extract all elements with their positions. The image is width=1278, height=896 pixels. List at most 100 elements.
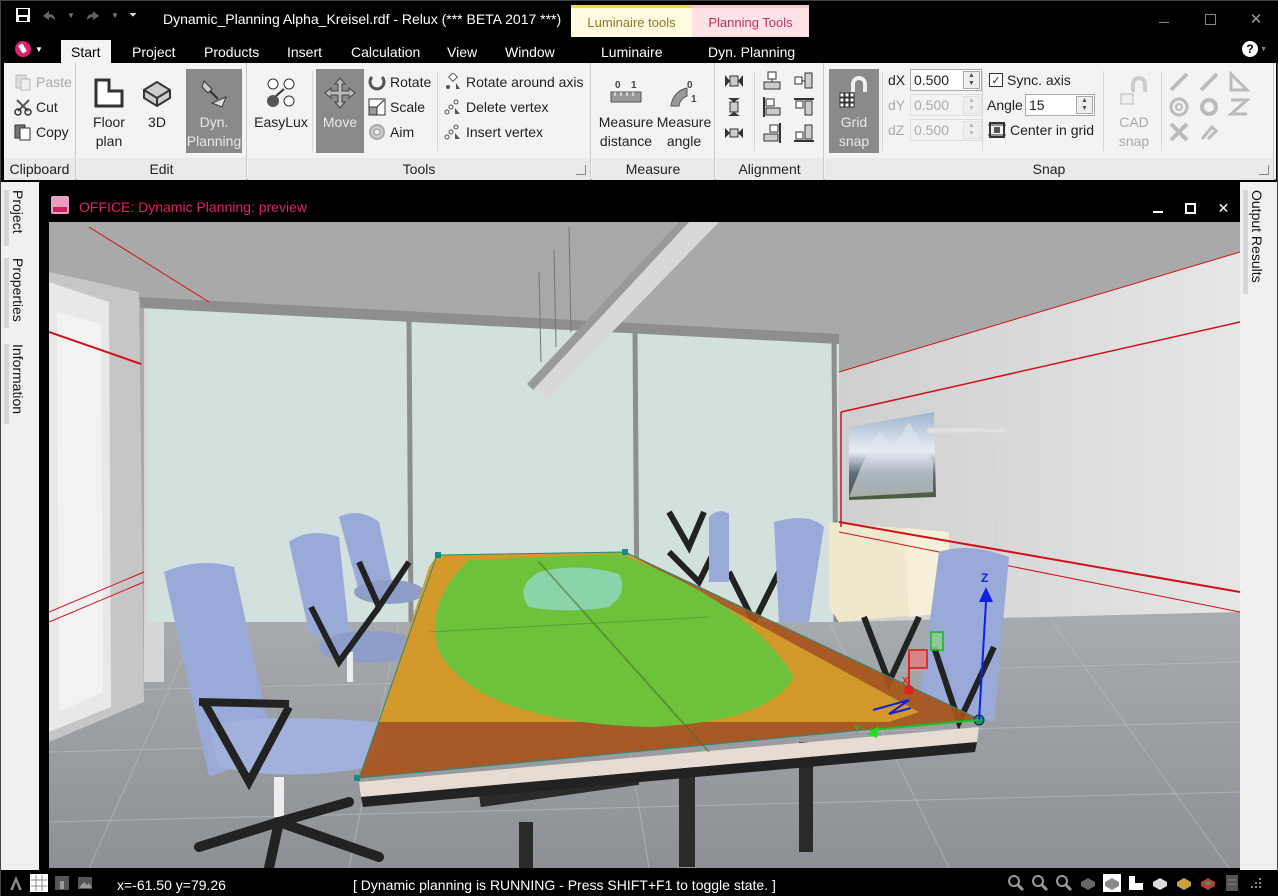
- dy-spin-arrows[interactable]: ▲ ▼: [963, 96, 980, 114]
- paste-button[interactable]: Paste: [14, 71, 72, 93]
- snap-nearest-icon[interactable]: [1227, 96, 1251, 121]
- minimize-button[interactable]: [1141, 1, 1187, 37]
- save-icon[interactable]: [15, 7, 31, 23]
- angle-input[interactable]: [1026, 95, 1076, 115]
- rotate-button[interactable]: Rotate: [368, 71, 431, 93]
- cut-button[interactable]: Cut: [14, 96, 58, 118]
- tab-insert[interactable]: Insert: [277, 40, 332, 63]
- redo-dropdown-icon[interactable]: ▼: [111, 7, 119, 23]
- image-icon[interactable]: [76, 874, 94, 892]
- snap-center-icon[interactable]: [1168, 96, 1190, 121]
- snap-quadrant-icon[interactable]: [1198, 96, 1220, 121]
- help-button[interactable]: ? ▼: [1242, 41, 1267, 57]
- group-alignment: Alignment: [716, 63, 824, 180]
- align-right-icon[interactable]: [762, 123, 782, 146]
- close-button[interactable]: ✕: [1233, 1, 1278, 37]
- angle-spin-arrows[interactable]: ▲ ▼: [1076, 96, 1093, 114]
- align-top-icon[interactable]: [794, 97, 814, 120]
- rotate-around-axis-button[interactable]: Rotate around axis: [444, 71, 584, 93]
- group-label-measure: Measure: [592, 158, 714, 180]
- zoom-in-icon[interactable]: [1007, 874, 1025, 892]
- dx-input[interactable]: [911, 70, 963, 90]
- scale-button[interactable]: Scale: [368, 96, 425, 118]
- undo-dropdown-icon[interactable]: ▼: [67, 7, 75, 23]
- maximize-button[interactable]: [1187, 1, 1233, 37]
- dz-spin-arrows[interactable]: ▲ ▼: [963, 121, 980, 139]
- document-window: OFFICE: Dynamic Planning: preview ✕ Z Y …: [41, 182, 1240, 870]
- align-center-both-icon[interactable]: [724, 71, 744, 94]
- easylux-button[interactable]: EasyLux: [252, 69, 310, 153]
- copy-button[interactable]: Copy: [14, 121, 69, 143]
- doc-maximize-button[interactable]: [1174, 197, 1207, 219]
- doc-minimize-button[interactable]: [1141, 197, 1174, 219]
- view-3d-white-icon[interactable]: [1151, 874, 1169, 892]
- tab-view[interactable]: View: [437, 40, 487, 63]
- aim-button[interactable]: Aim: [368, 121, 414, 143]
- dx-spin-arrows[interactable]: ▲ ▼: [963, 71, 980, 89]
- view-3d-false-color-icon[interactable]: [1199, 874, 1217, 892]
- dyn-planning-button[interactable]: Dyn. Planning: [186, 69, 242, 153]
- move-button[interactable]: Move: [316, 69, 364, 153]
- tab-luminaire[interactable]: Luminaire: [591, 40, 672, 63]
- undo-icon[interactable]: [37, 7, 61, 23]
- doc-close-button[interactable]: ✕: [1207, 197, 1240, 219]
- align-middle-icon[interactable]: [794, 71, 814, 94]
- dz-input[interactable]: [911, 120, 963, 140]
- snap-intersection-icon[interactable]: [1168, 121, 1190, 146]
- align-center-vertical-icon[interactable]: [724, 97, 744, 120]
- app-menu-button[interactable]: ▼: [15, 41, 43, 57]
- layers-icon[interactable]: [53, 874, 71, 892]
- view-floorplan-icon[interactable]: [1127, 874, 1145, 892]
- align-top-center-icon[interactable]: [762, 71, 782, 94]
- autocad-icon[interactable]: [7, 874, 25, 892]
- zoom-out-icon[interactable]: [1031, 874, 1049, 892]
- snap-dialog-launcher[interactable]: [1259, 165, 1269, 175]
- grid-view-icon[interactable]: [30, 874, 48, 892]
- cad-snap-button[interactable]: CAD snap: [1109, 69, 1159, 153]
- delete-vertex-button[interactable]: Delete vertex: [444, 96, 548, 118]
- grid-snap-button[interactable]: Grid snap: [829, 69, 879, 153]
- zoom-fit-icon[interactable]: [1055, 874, 1073, 892]
- dock-tab-information[interactable]: Information: [4, 344, 26, 424]
- dock-tab-properties[interactable]: Properties: [4, 258, 26, 328]
- snap-midpoint-icon[interactable]: [1198, 71, 1220, 96]
- cad-magnet-icon: [1114, 73, 1154, 113]
- sync-axis-label: Sync. axis: [1007, 72, 1071, 88]
- tab-start[interactable]: Start: [61, 40, 111, 63]
- tools-dialog-launcher[interactable]: [576, 165, 586, 175]
- measure-angle-button[interactable]: 01 Measure angle: [656, 69, 712, 153]
- snap-perpendicular-icon[interactable]: [1228, 70, 1251, 96]
- redo-icon[interactable]: [81, 7, 105, 23]
- group-label-alignment: Alignment: [716, 158, 823, 180]
- context-tab-planning-tools[interactable]: Planning Tools: [692, 5, 809, 37]
- tab-calculation[interactable]: Calculation: [341, 40, 430, 63]
- view-3d-dark-icon[interactable]: [1079, 874, 1097, 892]
- view-3d-color-icon[interactable]: [1175, 874, 1193, 892]
- sync-axis-checkbox[interactable]: ✓ Sync. axis: [989, 69, 1071, 91]
- snap-tangent-icon[interactable]: [1198, 121, 1220, 146]
- dy-input[interactable]: [911, 95, 963, 115]
- align-bottom-icon[interactable]: [794, 123, 814, 146]
- dock-tab-output-results[interactable]: Output Results: [1243, 190, 1265, 294]
- group-label-edit: Edit: [77, 158, 246, 180]
- snap-endpoint-icon[interactable]: [1168, 71, 1190, 96]
- tab-project[interactable]: Project: [122, 40, 186, 63]
- tab-dyn-planning[interactable]: Dyn. Planning: [698, 40, 805, 63]
- customize-toolbar-icon[interactable]: ⏷: [125, 7, 141, 23]
- context-tab-luminaire-tools[interactable]: Luminaire tools: [571, 5, 692, 37]
- dock-tab-project[interactable]: Project: [4, 190, 26, 246]
- center-in-grid-button[interactable]: Center in grid: [988, 119, 1094, 141]
- 3d-button[interactable]: 3D: [137, 69, 177, 153]
- resize-grip-icon[interactable]: [1247, 874, 1265, 892]
- align-center-horizontal-icon[interactable]: [724, 123, 744, 146]
- tab-products[interactable]: Products: [194, 40, 269, 63]
- tab-window[interactable]: Window: [495, 40, 565, 63]
- insert-vertex-button[interactable]: Insert vertex: [444, 121, 543, 143]
- measure-distance-button[interactable]: 01 Measure distance: [596, 69, 656, 153]
- group-snap: Grid snap dX ▲▼ dY ▲▼ dZ ▲▼ ✓ Sync. axis: [825, 63, 1274, 180]
- view-3d-active-icon[interactable]: [1103, 874, 1121, 892]
- document-icon[interactable]: [1223, 874, 1241, 892]
- align-left-icon[interactable]: [762, 97, 782, 120]
- 3d-viewport[interactable]: Z Y X: [49, 222, 1240, 868]
- floor-plan-button[interactable]: Floor plan: [85, 69, 133, 153]
